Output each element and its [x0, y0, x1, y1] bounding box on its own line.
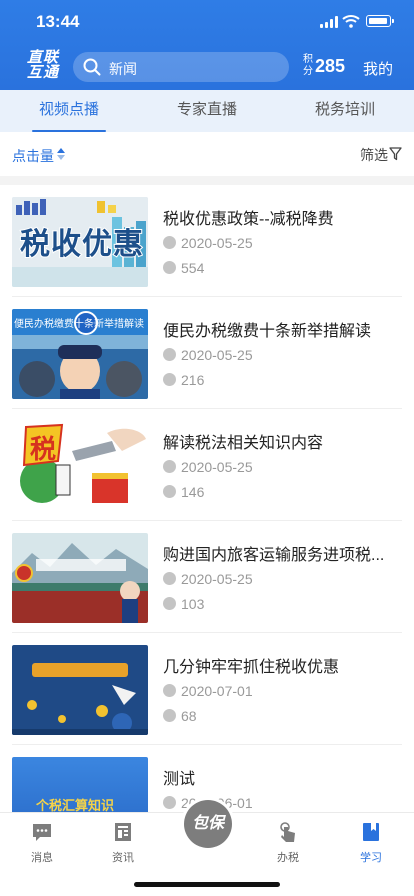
- funnel-icon[interactable]: [389, 147, 402, 161]
- video-title: 便民办税缴费十条新举措解读: [163, 323, 372, 340]
- filter-row: 点击量 筛选: [0, 132, 414, 176]
- search-icon: [83, 58, 101, 76]
- signal-icon: [320, 16, 338, 28]
- app-logo: 直联 互通: [26, 49, 59, 81]
- list-item[interactable]: 便民办税缴费十条新举措解读 便民办税缴费十条新举措解读 2020-05-25 2…: [0, 297, 414, 409]
- play-count-icon: [163, 373, 176, 386]
- thumbnail-caption: 便民办税缴费十条新举措解读: [14, 319, 144, 330]
- list-item[interactable]: 税收优惠 税收优惠政策--减税降费 2020-05-25 554: [0, 185, 414, 297]
- status-bar: 13:44: [0, 0, 414, 44]
- video-thumbnail: [12, 533, 148, 623]
- tab-tax-training[interactable]: 税务培训: [276, 90, 414, 132]
- baobao-floating-button[interactable]: 包保: [184, 800, 232, 848]
- thumbnail-caption: 税收优惠: [19, 227, 144, 262]
- sort-arrows-icon: [57, 148, 65, 160]
- list-item[interactable]: 税 解读税法相关知识内容 2020-05-25 146: [0, 409, 414, 521]
- search-placeholder: 新闻: [109, 61, 137, 77]
- search-bar[interactable]: 新闻: [73, 52, 289, 82]
- status-time: 13:44: [36, 12, 80, 31]
- section-separator: [0, 176, 414, 185]
- sort-by-clicks[interactable]: 点击量: [12, 146, 54, 166]
- message-icon: [33, 824, 51, 841]
- tap-icon: [280, 822, 295, 842]
- app-header: 13:44 直联 互通 新闻 积分 285 我的: [0, 0, 414, 90]
- play-count-icon: [163, 261, 176, 274]
- mine-button[interactable]: 我的: [363, 58, 393, 79]
- video-thumbnail: 便民办税缴费十条新举措解读: [12, 309, 148, 399]
- play-count-icon: [163, 485, 176, 498]
- category-tabs: 视频点播 专家直播 税务培训: [0, 90, 414, 132]
- tab-video-on-demand[interactable]: 视频点播: [0, 90, 138, 132]
- video-title: 测试: [163, 771, 196, 788]
- filter-button[interactable]: 筛选: [360, 145, 388, 165]
- thumbnail-caption: 税: [30, 434, 57, 464]
- clock-icon: [163, 460, 176, 473]
- play-count-icon: [163, 597, 176, 610]
- clock-icon: [163, 348, 176, 361]
- wifi-icon: [342, 15, 360, 28]
- play-count-icon: [163, 709, 176, 722]
- video-thumbnail: 税: [12, 421, 148, 511]
- home-indicator: [134, 882, 280, 887]
- clock-icon: [163, 796, 176, 809]
- clock-icon: [163, 572, 176, 585]
- video-title: 几分钟牢牢抓住税收优惠: [163, 659, 340, 676]
- battery-icon: [366, 15, 394, 27]
- video-title: 购进国内旅客运输服务进项税...: [163, 547, 385, 564]
- video-title: 税收优惠政策--减税降费: [163, 211, 334, 228]
- video-thumbnail: [12, 645, 148, 735]
- clock-icon: [163, 684, 176, 697]
- video-title: 解读税法相关知识内容: [163, 435, 324, 452]
- news-icon: [115, 823, 131, 841]
- clock-icon: [163, 236, 176, 249]
- list-item[interactable]: 购进国内旅客运输服务进项税... 2020-05-25 103: [0, 521, 414, 633]
- points-label: 积分: [303, 54, 313, 77]
- tab-expert-live[interactable]: 专家直播: [138, 90, 276, 132]
- points-value: 285: [315, 56, 346, 76]
- video-thumbnail: 税收优惠: [12, 197, 148, 287]
- list-item[interactable]: 几分钟牢牢抓住税收优惠 2020-07-01 68: [0, 633, 414, 745]
- book-icon: [363, 823, 379, 841]
